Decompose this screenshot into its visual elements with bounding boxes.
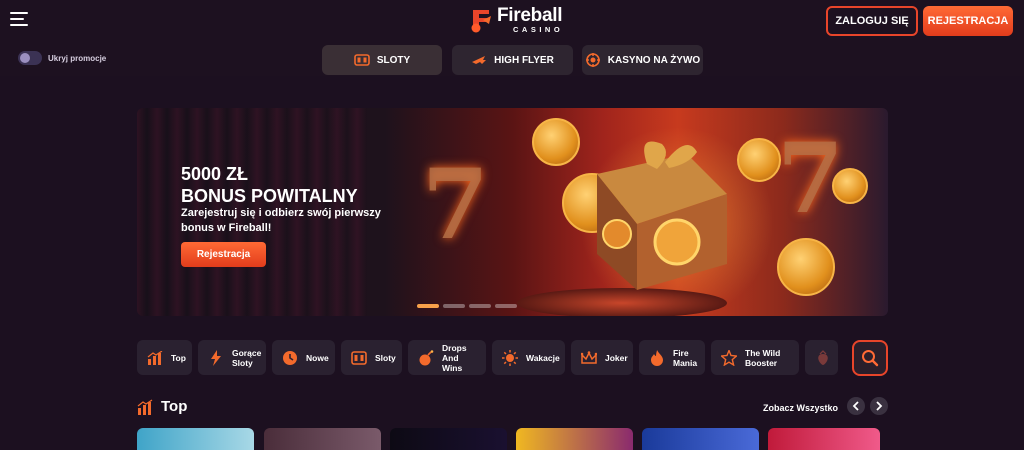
category-label: Sloty	[375, 352, 396, 363]
coin-image	[777, 238, 835, 296]
tab-high-flyer-label: HIGH FLYER	[494, 54, 554, 66]
logo-subtitle: CASINO	[513, 25, 564, 35]
slot-machine-icon	[354, 54, 370, 66]
game-tile[interactable]	[642, 428, 759, 450]
carousel-dot[interactable]	[443, 304, 465, 308]
sun-icon	[502, 349, 518, 366]
category-slots[interactable]: Sloty	[341, 340, 402, 375]
category-drops-and-wins[interactable]: Drops And Wins	[408, 340, 486, 375]
hero-register-button[interactable]: Rejestracja	[181, 242, 266, 267]
carousel-dot[interactable]	[417, 304, 439, 308]
fireball-logo-icon	[471, 10, 491, 33]
hero-banner[interactable]: 7 7 5000 ZŁ BONUS POWITALNY Zarejestruj …	[137, 108, 888, 316]
category-new[interactable]: Nowe	[272, 340, 335, 375]
lightning-icon	[208, 349, 224, 366]
jester-hat-icon	[581, 350, 597, 366]
tab-live-casino-label: KASYNO NA ŻYWO	[607, 54, 701, 66]
hide-promotions-toggle[interactable]: Ukryj promocje	[18, 51, 106, 65]
category-label: Wakacje	[526, 352, 560, 363]
hero-title-amount: 5000 ZŁ	[181, 164, 249, 184]
category-fire-mania[interactable]: Fire Mania	[639, 340, 705, 375]
hamburger-menu-icon[interactable]	[10, 12, 30, 28]
roulette-icon	[585, 53, 601, 67]
star-icon	[721, 349, 737, 366]
slot-machine-icon	[351, 350, 367, 366]
chart-bars-icon	[137, 399, 153, 415]
coin-image	[532, 118, 580, 166]
category-label: Drops And Wins	[442, 342, 467, 373]
game-tile[interactable]	[390, 428, 507, 450]
top-header: Fireball CASINO ZALOGUJ SIĘ REJESTRACJA	[0, 0, 1024, 42]
toggle-label: Ukryj promocje	[48, 53, 107, 63]
hero-description: Zarejestruj się i odbierz swój pierwszy …	[181, 207, 381, 234]
tab-slots[interactable]: SLOTY	[322, 45, 442, 75]
search-icon	[862, 350, 879, 367]
previous-button[interactable]	[847, 397, 865, 415]
pedestal-image	[517, 288, 727, 316]
flame-icon	[649, 349, 665, 366]
category-label: Top	[171, 352, 186, 363]
hero-title-bonus: BONUS POWITALNY	[181, 186, 358, 206]
category-label: Fire Mania	[673, 347, 698, 368]
chevron-right-icon	[876, 401, 883, 411]
tab-live-casino[interactable]: KASYNO NA ŻYWO	[582, 45, 703, 75]
game-tile[interactable]	[516, 428, 633, 450]
see-all-link[interactable]: Zobacz Wszystko	[763, 403, 838, 413]
coin-image	[737, 138, 781, 182]
bomb-icon	[418, 349, 434, 366]
game-tile[interactable]	[264, 428, 381, 450]
carousel-indicators	[417, 304, 517, 308]
hero-title: 5000 ZŁ BONUS POWITALNY	[181, 163, 358, 207]
gift-box-image	[597, 141, 727, 290]
category-wild-booster[interactable]: The Wild Booster	[711, 340, 799, 375]
game-tile[interactable]	[768, 428, 880, 450]
login-button[interactable]: ZALOGUJ SIĘ	[826, 6, 918, 36]
category-label: Gorące Sloty	[232, 347, 262, 368]
toggle-switch[interactable]	[18, 51, 42, 65]
category-top[interactable]: Top	[137, 340, 192, 375]
sub-navigation: Ukryj promocje SLOTY HIGH FLYER KASYNO N…	[0, 42, 1024, 76]
game-tile[interactable]	[137, 428, 254, 450]
clock-icon	[282, 350, 298, 366]
category-label: Nowe	[306, 352, 329, 363]
category-holidays[interactable]: Wakacje	[492, 340, 565, 375]
register-button[interactable]: REJESTRACJA	[923, 6, 1013, 36]
plane-icon	[471, 54, 487, 66]
chevron-left-icon	[852, 401, 859, 411]
strawberry-icon	[815, 349, 831, 366]
carousel-dot[interactable]	[495, 304, 517, 308]
section-heading-top: Top	[137, 398, 187, 415]
next-button[interactable]	[870, 397, 888, 415]
category-more[interactable]	[805, 340, 838, 375]
section-title: Top	[161, 398, 188, 415]
category-label: The Wild Booster	[745, 347, 781, 368]
category-hot-slots[interactable]: Gorące Sloty	[198, 340, 266, 375]
fireball-logo[interactable]: Fireball CASINO	[469, 6, 563, 34]
tab-slots-label: SLOTY	[376, 54, 411, 66]
coin-image	[832, 168, 868, 204]
category-label: Joker	[605, 352, 628, 363]
logo-title: Fireball	[497, 5, 563, 27]
carousel-dot[interactable]	[469, 304, 491, 308]
chart-bars-icon	[147, 350, 163, 366]
lucky-seven-left-image: 7	[422, 148, 489, 261]
search-button[interactable]	[852, 340, 888, 376]
tab-high-flyer[interactable]: HIGH FLYER	[452, 45, 573, 75]
category-joker[interactable]: Joker	[571, 340, 633, 375]
